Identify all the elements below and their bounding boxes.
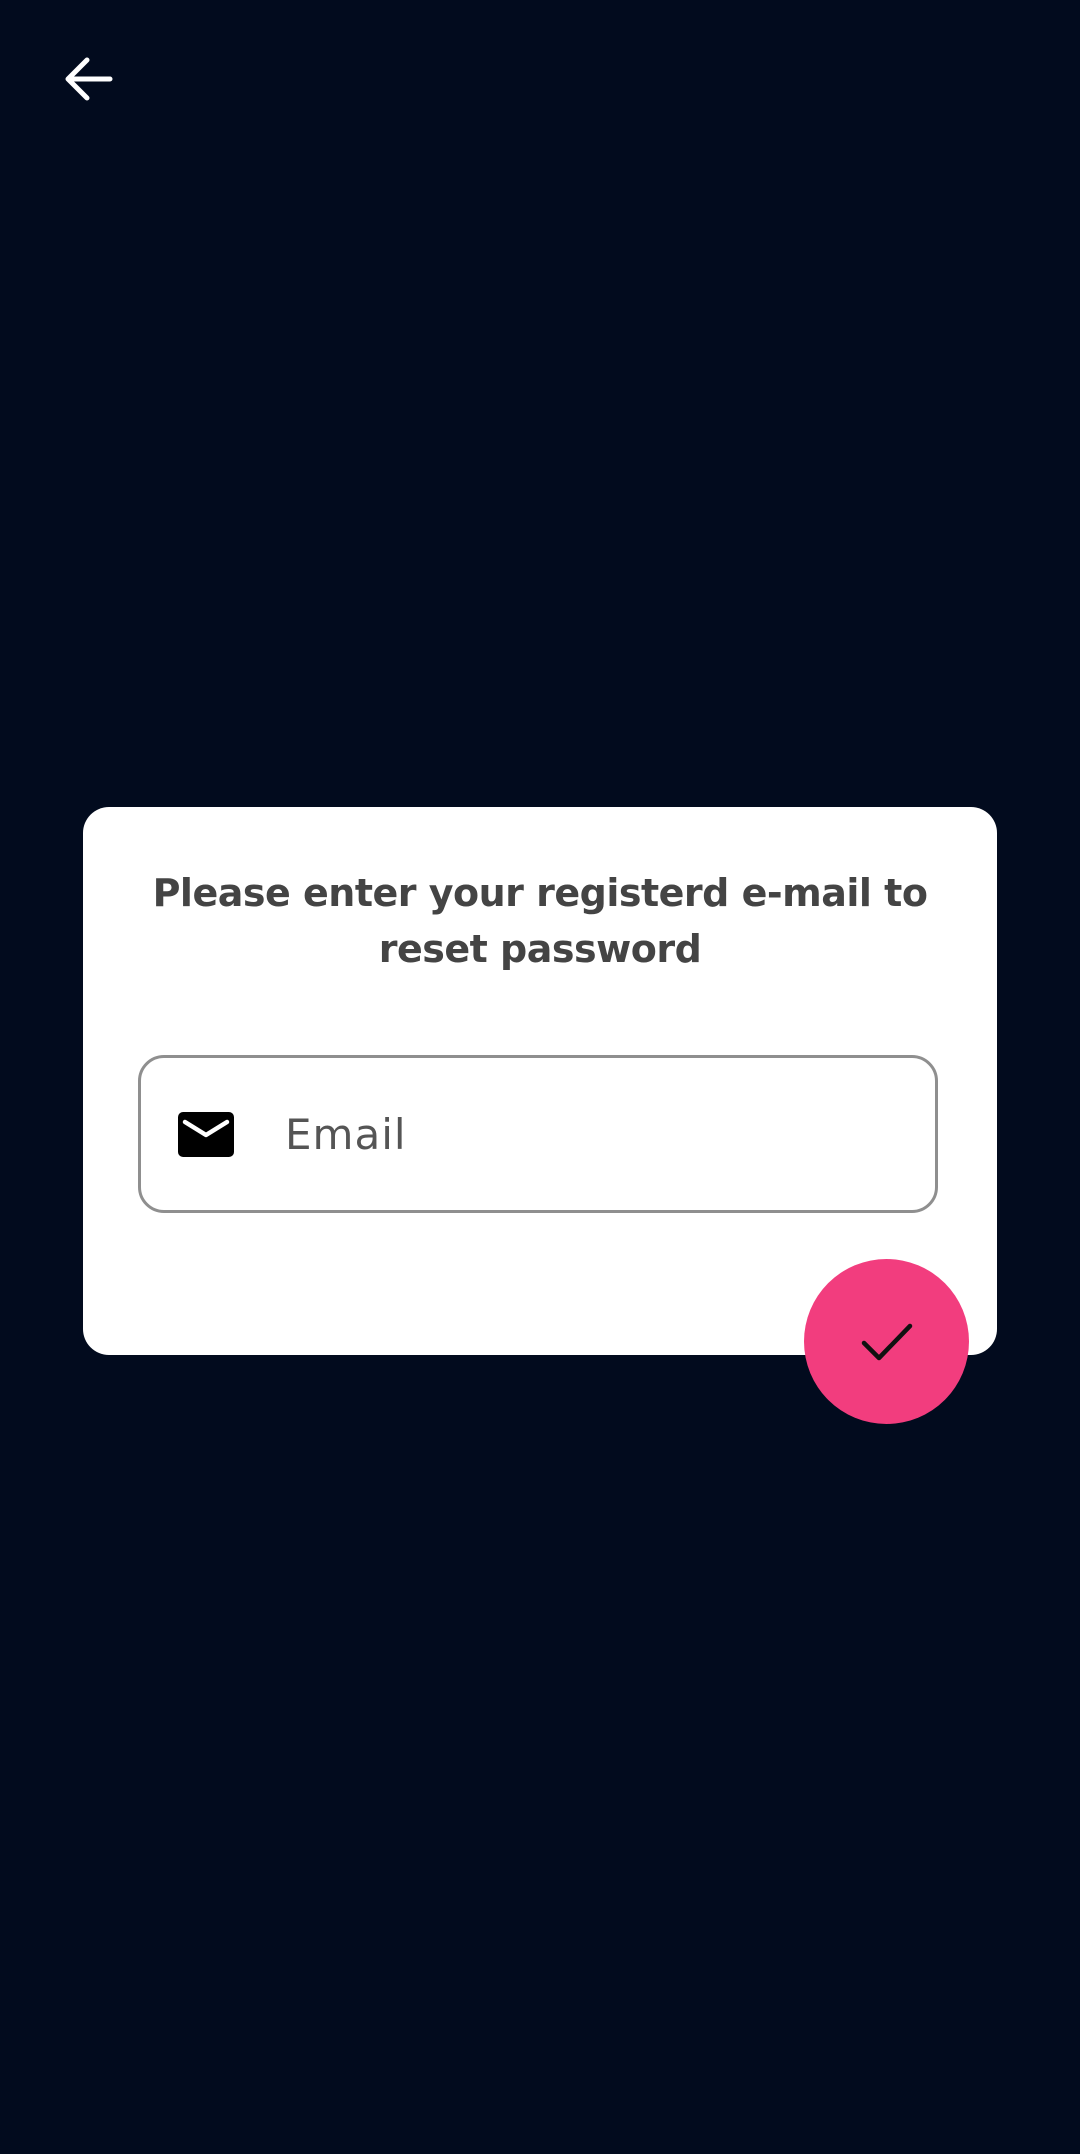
checkmark-icon bbox=[861, 1323, 912, 1360]
forgot-password-screen: Please enter your registerd e-mail to re… bbox=[0, 0, 1080, 2154]
email-input[interactable] bbox=[285, 1098, 885, 1170]
back-button[interactable] bbox=[50, 46, 126, 112]
submit-button[interactable] bbox=[804, 1259, 969, 1424]
envelope-icon bbox=[178, 1112, 234, 1157]
email-field[interactable] bbox=[138, 1055, 938, 1213]
card-title: Please enter your registerd e-mail to re… bbox=[152, 871, 928, 971]
arrow-left-icon bbox=[65, 57, 113, 101]
